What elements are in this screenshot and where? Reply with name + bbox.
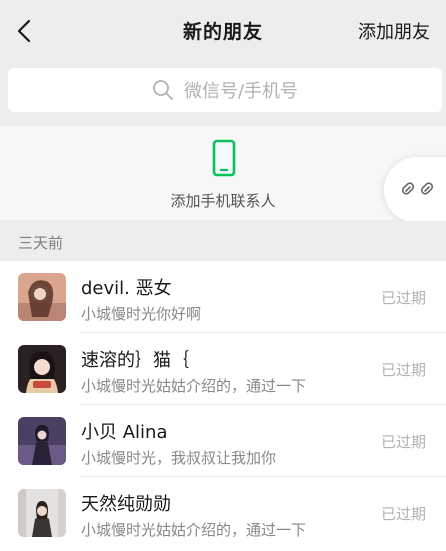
avatar[interactable] <box>18 489 66 537</box>
friend-request-row[interactable]: 小贝 Alina 小城慢时光，我叔叔让我加你 已过期 <box>0 405 446 477</box>
add-friends-button[interactable]: 添加朋友 <box>358 18 430 44</box>
search-icon <box>153 80 173 100</box>
friend-request-row[interactable]: 速溶的｝猫｛ 小城慢时光姑姑介绍的，通过一下 已过期 <box>0 333 446 405</box>
nav-bar: 新的朋友 添加朋友 <box>0 0 446 62</box>
requester-name: 天然纯勋勋 <box>81 494 171 515</box>
friend-request-row[interactable]: devil. 恶女 小城慢时光你好啊 已过期 <box>0 261 446 333</box>
request-status: 已过期 <box>380 289 426 307</box>
friend-request-list: devil. 恶女 小城慢时光你好啊 已过期 速溶的｝猫｛ 小城慢时光姑姑介绍的… <box>0 261 446 551</box>
request-message: 小城慢时光你好啊 <box>81 305 202 323</box>
friend-request-row[interactable]: 天然纯勋勋 小城慢时光姑姑介绍的，通过一下 已过期 <box>0 477 446 549</box>
request-status: 已过期 <box>380 505 426 523</box>
search-input[interactable]: 微信号/手机号 <box>8 68 442 112</box>
requester-name: devil. 恶女 <box>81 278 172 299</box>
avatar[interactable] <box>18 417 66 465</box>
request-status: 已过期 <box>380 361 426 379</box>
avatar[interactable] <box>18 345 66 393</box>
link-icon <box>401 182 434 195</box>
phone-icon[interactable] <box>212 139 236 177</box>
request-message: 小城慢时光姑姑介绍的，通过一下 <box>81 377 307 395</box>
requester-name: 速溶的｝猫｛ <box>81 350 189 371</box>
search-placeholder: 微信号/手机号 <box>183 81 299 102</box>
requester-name: 小贝 Alina <box>81 422 168 443</box>
search-area: 微信号/手机号 <box>0 62 446 124</box>
section-header: 三天前 <box>0 221 446 261</box>
request-status: 已过期 <box>380 433 426 451</box>
request-message: 小城慢时光姑姑介绍的，通过一下 <box>81 521 307 539</box>
avatar[interactable] <box>18 273 66 321</box>
floating-link-button[interactable] <box>384 157 446 223</box>
request-message: 小城慢时光，我叔叔让我加你 <box>81 449 277 467</box>
section-label: 三天前 <box>18 234 64 252</box>
add-phone-contacts-label[interactable]: 添加手机联系人 <box>0 190 446 211</box>
